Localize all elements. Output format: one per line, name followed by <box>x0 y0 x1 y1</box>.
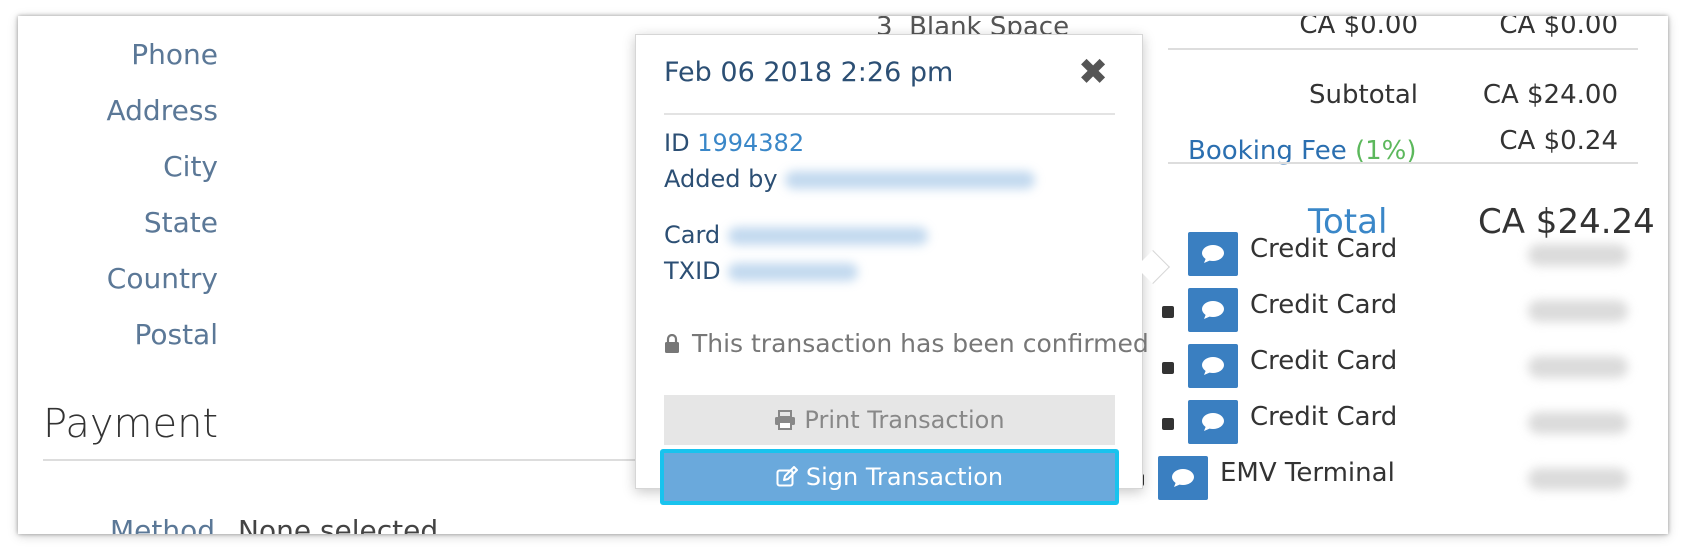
city-label: City <box>163 150 218 183</box>
comment-icon[interactable] <box>1188 344 1238 388</box>
id-value-link[interactable]: 1994382 <box>697 129 804 157</box>
total-value: CA $24.24 <box>1478 202 1655 242</box>
summary-divider-top <box>1168 48 1638 50</box>
txid-label: TXID <box>664 257 721 285</box>
comment-icon[interactable] <box>1188 232 1238 276</box>
printer-icon <box>775 410 796 430</box>
line-item-price: CA $0.00 <box>1299 16 1418 40</box>
lock-icon <box>665 333 679 353</box>
payment-amount <box>1528 412 1628 434</box>
subtotal-value: CA $24.00 <box>1482 80 1618 110</box>
payment-method: Credit Card <box>1250 402 1398 432</box>
comment-icon[interactable] <box>1188 288 1238 332</box>
added-by-value <box>785 171 1036 189</box>
lock-icon <box>1162 418 1174 430</box>
id-label: ID <box>664 129 690 157</box>
payment-amount <box>1528 468 1628 490</box>
confirmed-text: This transaction has been confirmed <box>691 329 1149 358</box>
payment-heading: Payment <box>43 401 219 447</box>
txid-value <box>728 263 859 281</box>
payment-method: Credit Card <box>1250 290 1398 320</box>
state-label: State <box>143 206 218 239</box>
method-value[interactable]: None selected <box>238 514 438 534</box>
lock-icon <box>1162 306 1174 318</box>
card-value <box>727 227 928 245</box>
popover-divider <box>664 113 1115 115</box>
edit-icon <box>776 466 798 487</box>
address-label: Address <box>106 94 218 127</box>
added-by-label: Added by <box>664 165 778 193</box>
payment-amount <box>1528 356 1628 378</box>
comment-icon[interactable] <box>1158 456 1208 500</box>
added-by: Added by <box>664 165 1036 193</box>
popover-arrow <box>1136 250 1170 284</box>
payment-divider <box>43 459 668 461</box>
summary-divider-bottom <box>1168 162 1638 164</box>
postal-label: Postal <box>134 318 218 351</box>
sign-transaction-label: Sign Transaction <box>805 463 1004 491</box>
method-label: Method <box>110 514 216 534</box>
country-label: Country <box>106 262 218 295</box>
transaction-datetime: Feb 06 2018 2:26 pm <box>664 57 954 88</box>
print-transaction-button[interactable]: Print Transaction <box>664 395 1115 445</box>
payment-amount <box>1528 300 1628 322</box>
txid: TXID <box>664 257 859 285</box>
subtotal-label: Subtotal <box>1309 80 1418 110</box>
lock-icon <box>1162 362 1174 374</box>
transaction-popover: Feb 06 2018 2:26 pm ✖ ID 1994382 Added b… <box>635 34 1170 505</box>
payment-method: Credit Card <box>1250 234 1398 264</box>
transaction-id: ID 1994382 <box>664 129 804 157</box>
card-label: Card <box>664 221 721 249</box>
close-icon[interactable]: ✖ <box>1078 53 1108 93</box>
print-transaction-label: Print Transaction <box>804 406 1005 434</box>
comment-icon[interactable] <box>1188 400 1238 444</box>
confirmed-status: This transaction has been confirmed <box>664 329 1149 358</box>
line-item-total: CA $0.00 <box>1499 16 1618 40</box>
phone-label: Phone <box>131 38 218 71</box>
order-detail-window: Phone Address City State Country Postal … <box>18 16 1668 534</box>
payment-amount <box>1528 244 1628 266</box>
payment-method: EMV Terminal <box>1220 458 1395 488</box>
sign-transaction-button[interactable]: Sign Transaction <box>660 449 1119 505</box>
payment-method: Credit Card <box>1250 346 1398 376</box>
booking-fee-value: CA $0.24 <box>1499 126 1618 156</box>
card: Card <box>664 221 928 249</box>
